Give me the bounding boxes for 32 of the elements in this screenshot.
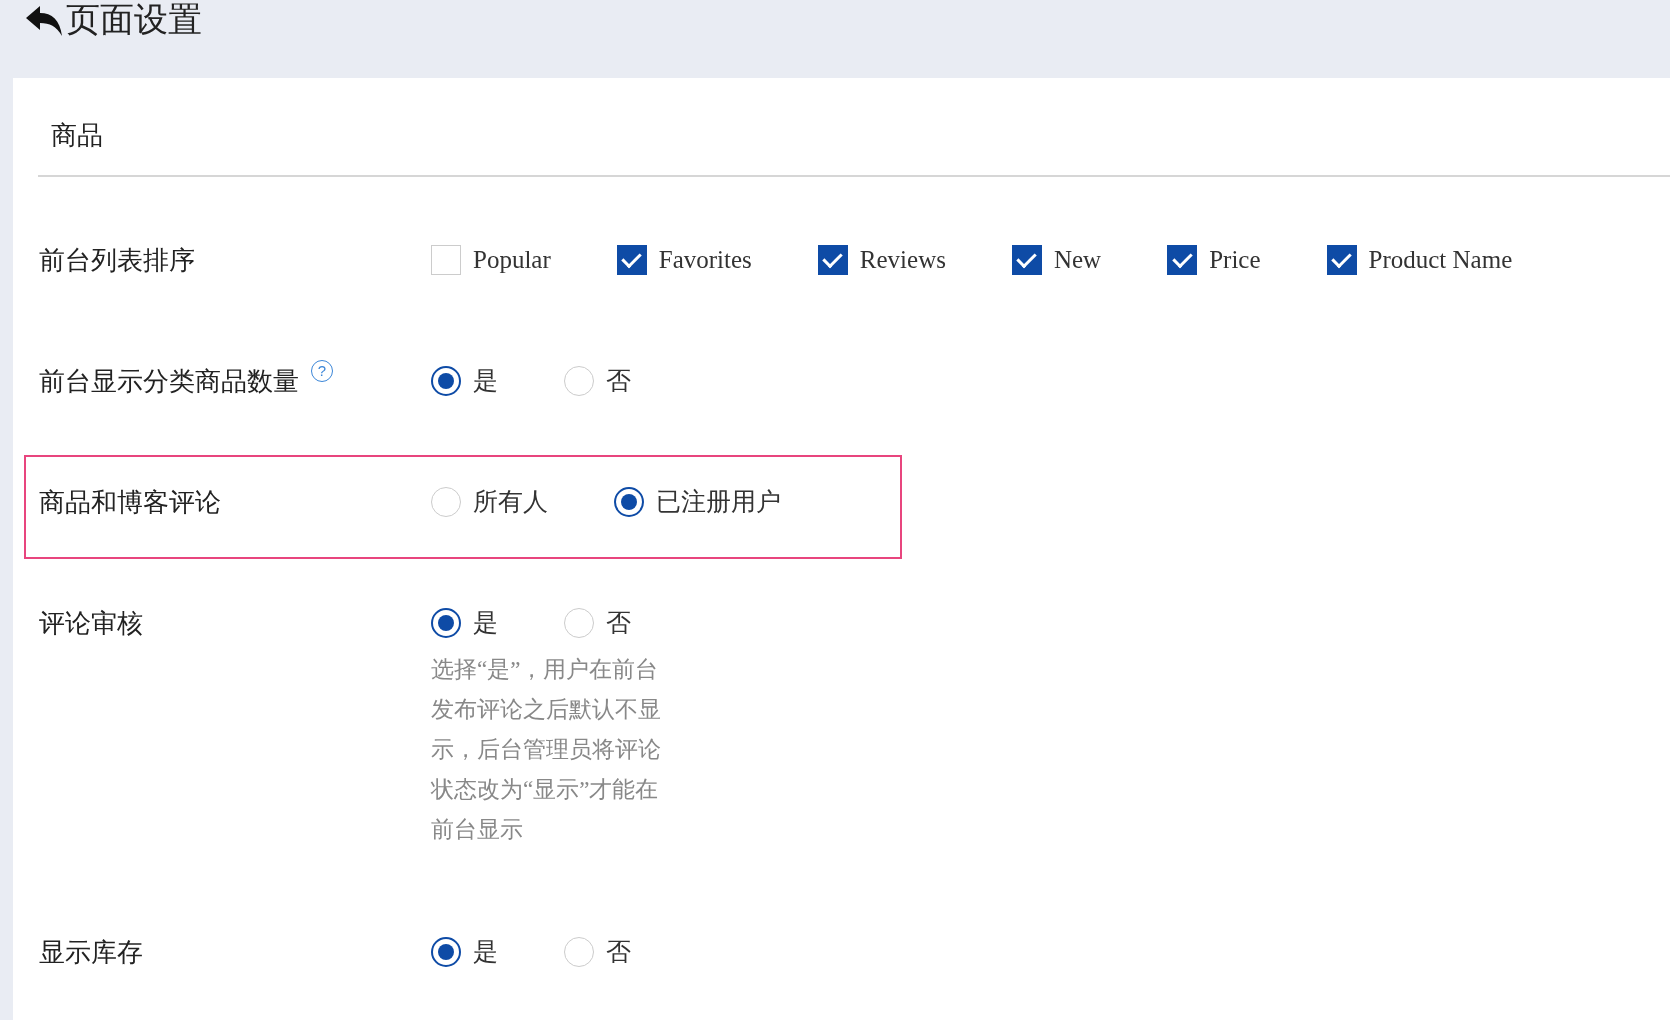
radio-option[interactable]: 是 [431,935,498,969]
checkbox-option[interactable]: Favorites [616,243,752,277]
checkbox[interactable] [817,245,848,275]
checkbox-option[interactable]: Reviews [817,243,946,277]
back-arrow-icon[interactable] [24,4,64,38]
page-title: 页面设置 [66,0,202,40]
radio-option[interactable]: 是 [431,606,498,640]
section-title: 商品 [38,78,1670,177]
checkbox-option[interactable]: New [1011,243,1102,277]
radio-button[interactable] [431,608,461,638]
radio-option[interactable]: 否 [564,935,631,969]
radio-option[interactable]: 否 [564,364,631,398]
setting-label: 评论审核 [39,608,143,640]
checkbox-option[interactable]: Product Name [1326,243,1513,277]
setting-label: 前台显示分类商品数量 [39,366,299,398]
checkbox-option[interactable]: Price [1167,243,1261,277]
radio-button[interactable] [614,487,644,517]
help-text: 选择“是”，用户在前台发布评论之后默认不显示，后台管理员将评论状态改为“显示”才能在前台显示 [431,656,662,844]
setting-label: 商品和博客评论 [39,487,221,519]
checkbox[interactable] [1326,245,1357,275]
checkbox-option[interactable]: Popular [431,243,551,277]
radio-button[interactable] [431,366,461,396]
radio-button[interactable] [431,937,461,967]
checkbox[interactable] [1167,245,1198,275]
radio-option[interactable]: 是 [431,364,498,398]
checkbox[interactable] [1011,245,1042,275]
setting-label: 显示库存 [39,937,143,969]
radio-option[interactable]: 已注册用户 [614,485,781,519]
radio-option[interactable]: 否 [564,606,631,640]
radio-option[interactable]: 所有人 [431,485,548,519]
setting-label: 前台列表排序 [39,245,195,277]
checkbox[interactable] [616,245,647,275]
